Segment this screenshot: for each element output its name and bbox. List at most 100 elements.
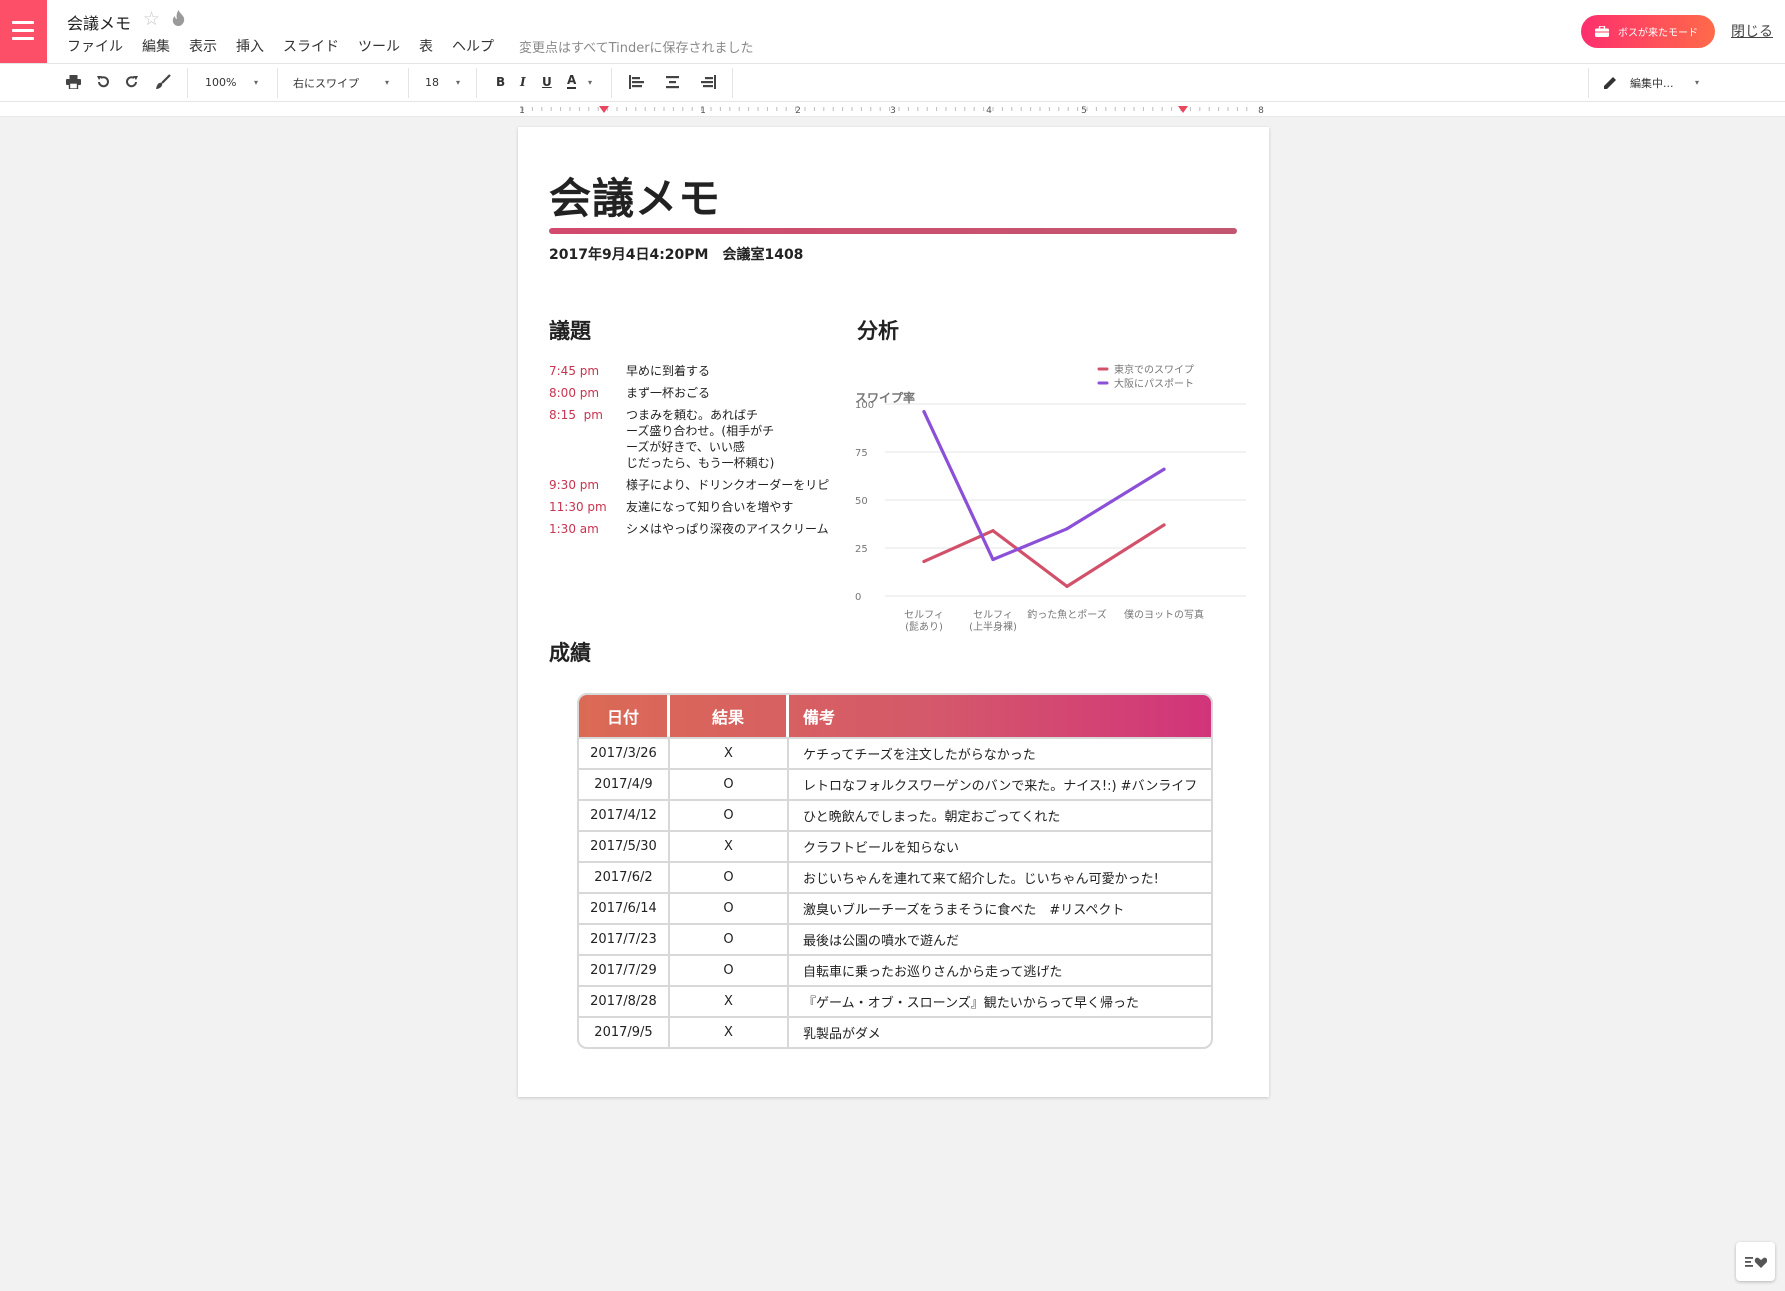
data-point	[991, 557, 995, 562]
save-status: 変更点はすべてTinderに保存されました	[519, 41, 754, 56]
menu-file[interactable]: ファイル	[67, 36, 123, 56]
agenda-time: 7:45 pm	[549, 364, 600, 378]
menu-table[interactable]: 表	[419, 36, 433, 56]
menu-tools[interactable]: ツール	[358, 36, 400, 56]
analysis-title: 分析	[857, 319, 899, 343]
align-center-icon[interactable]	[665, 75, 680, 89]
note-cell: おじいちゃんを連れて来て紹介した。じいちゃん可愛かった!	[803, 872, 1159, 887]
chevron-down-icon: ▾	[385, 78, 390, 87]
table-row: 2017/3/26 X ケチってチーズを注文したがらなかった	[579, 737, 1211, 768]
note-cell: レトロなフォルクスワーゲンのバンで来た。ナイス!:) #バンライフ	[803, 779, 1198, 794]
ruler[interactable]: 1 1 2 3 4 5 8	[0, 102, 1785, 117]
ruler-label: 3	[890, 106, 896, 116]
star-icon[interactable]: ☆	[143, 8, 160, 30]
result-cell: X	[670, 1018, 789, 1047]
zoom-select[interactable]: 100% ▾	[205, 64, 265, 101]
table-row: 2017/6/14 O 激臭いブルーチーズをうまそうに食べた #リスペクト	[579, 892, 1211, 923]
series-line-2	[922, 410, 1166, 562]
meeting-info: 2017年9月4日4:20PM 会議室1408	[549, 247, 804, 263]
date-cell: 2017/6/14	[579, 894, 670, 923]
right-indent-marker[interactable]	[1178, 106, 1188, 113]
boss-mode-button[interactable]: ボスが来たモード	[1581, 15, 1715, 48]
date-cell: 2017/9/5	[579, 1018, 670, 1047]
x-tick-label: (髭あり)	[905, 620, 943, 633]
align-left-icon[interactable]	[629, 75, 644, 89]
flame-icon[interactable]	[172, 10, 185, 26]
print-icon[interactable]	[66, 75, 81, 89]
italic-button[interactable]: I	[520, 75, 526, 89]
agenda-item: 9:30 pm 様子により、ドリンクオーダーをリピ	[549, 477, 849, 493]
result-cell: O	[670, 863, 789, 892]
date-cell: 2017/4/12	[579, 801, 670, 830]
agenda-title: 議題	[549, 319, 591, 343]
align-right-icon[interactable]	[701, 75, 716, 89]
menu-edit[interactable]: 編集	[142, 36, 170, 56]
agenda-time: 9:30 pm	[549, 478, 600, 492]
date-cell: 2017/8/28	[579, 987, 670, 1016]
note-cell: 最後は公園の噴水で遊んだ	[803, 934, 960, 949]
table-row: 2017/8/28 X 『ゲーム・オブ・スローンズ』観たいからって早く帰った	[579, 985, 1211, 1016]
chevron-down-icon: ▾	[588, 78, 593, 87]
ruler-label: 1	[519, 106, 525, 116]
toolbar-divider	[277, 68, 278, 98]
result-cell: O	[670, 894, 789, 923]
redo-icon[interactable]	[125, 75, 139, 89]
bold-button[interactable]: B	[496, 75, 505, 89]
column-header-date: 日付	[579, 695, 670, 737]
agenda-text: つまみを頼む。あればチ ーズ盛り合わせ。(相手がチ ーズが好きで、いい感 じだっ…	[626, 408, 775, 470]
chat-button[interactable]	[1736, 1242, 1775, 1281]
results-table: 日付 結果 備考 2017/3/26 X ケチってチーズを注文したがらなかった 201…	[577, 693, 1213, 1049]
table-row: 2017/5/30 X クラフトビールを知らない	[579, 830, 1211, 861]
agenda-time: 11:30 pm	[549, 500, 607, 514]
font-size-value: 18	[425, 76, 439, 89]
mode-select[interactable]: 編集中... ▾	[1603, 64, 1713, 101]
agenda-text: まず一杯おごる	[626, 386, 711, 400]
column-header-note: 備考	[803, 708, 836, 727]
document-title[interactable]: 会議メモ	[67, 10, 131, 34]
toolbar: 100% ▾ 右にスワイプ ▾ 18 ▾ B I U A ▾ 編集中... ▾	[0, 64, 1785, 102]
table-row: 2017/7/29 O 自転車に乗ったお巡りさんから走って逃げた	[579, 954, 1211, 985]
data-point	[1162, 523, 1166, 527]
document-page[interactable]: 会議メモ 2017年9月4日4:20PM 会議室1408 議題 分析 7:45 …	[518, 127, 1269, 1097]
style-select[interactable]: 右にスワイプ ▾	[293, 64, 393, 101]
x-tick-label: セルフィ	[973, 609, 1013, 621]
text-color-button[interactable]: A	[567, 73, 577, 89]
menu-bar: ファイル 編集 表示 挿入 スライド ツール 表 ヘルプ	[67, 36, 513, 56]
note-cell: 『ゲーム・オブ・スローンズ』観たいからって早く帰った	[803, 996, 1140, 1011]
menu-icon[interactable]	[0, 0, 47, 63]
pencil-icon	[1604, 77, 1616, 89]
chevron-down-icon: ▾	[1695, 78, 1700, 87]
menu-insert[interactable]: 挿入	[236, 36, 264, 56]
result-cell: O	[670, 956, 789, 985]
table-row: 2017/4/12 O ひと晩飲んでしまった。朝定おごってくれた	[579, 799, 1211, 830]
app-header: 会議メモ ☆ ファイル 編集 表示 挿入 スライド ツール 表 ヘルプ 変更点は…	[0, 0, 1785, 64]
menu-slide[interactable]: スライド	[283, 36, 339, 56]
result-cell: O	[670, 925, 789, 954]
table-body: 2017/3/26 X ケチってチーズを注文したがらなかった 2017/4/9 O レトロ…	[579, 737, 1211, 1047]
font-size-select[interactable]: 18 ▾	[425, 64, 465, 101]
agenda-text: 様子により、ドリンクオーダーをリピ	[626, 478, 830, 492]
data-point	[1162, 467, 1166, 471]
menu-view[interactable]: 表示	[189, 36, 217, 56]
toolbar-divider	[732, 68, 733, 98]
table-row: 2017/7/23 O 最後は公園の噴水で遊んだ	[579, 923, 1211, 954]
table-row: 2017/6/2 O おじいちゃんを連れて来て紹介した。じいちゃん可愛かった!	[579, 861, 1211, 892]
result-cell: X	[670, 832, 789, 861]
date-cell: 2017/5/30	[579, 832, 670, 861]
chevron-down-icon: ▾	[456, 78, 461, 87]
table-row: 2017/9/5 X 乳製品がダメ	[579, 1016, 1211, 1047]
menu-help[interactable]: ヘルプ	[452, 36, 494, 56]
table-header: 日付 結果 備考	[579, 695, 1211, 737]
y-tick-label: 75	[855, 448, 868, 459]
underline-button[interactable]: U	[542, 75, 552, 89]
paint-format-icon[interactable]	[155, 74, 171, 90]
y-tick-label: 100	[855, 400, 874, 411]
undo-icon[interactable]	[96, 75, 110, 89]
ruler-label: 4	[986, 106, 992, 116]
agenda-item: 8:15 pm つまみを頼む。あればチ ーズ盛り合わせ。(相手がチ ーズが好きで…	[549, 407, 849, 471]
data-point	[991, 529, 995, 533]
result-cell: X	[670, 739, 789, 768]
note-cell: ひと晩飲んでしまった。朝定おごってくれた	[803, 810, 1061, 825]
close-link[interactable]: 閉じる	[1731, 21, 1773, 41]
note-cell: ケチってチーズを注文したがらなかった	[803, 748, 1036, 763]
